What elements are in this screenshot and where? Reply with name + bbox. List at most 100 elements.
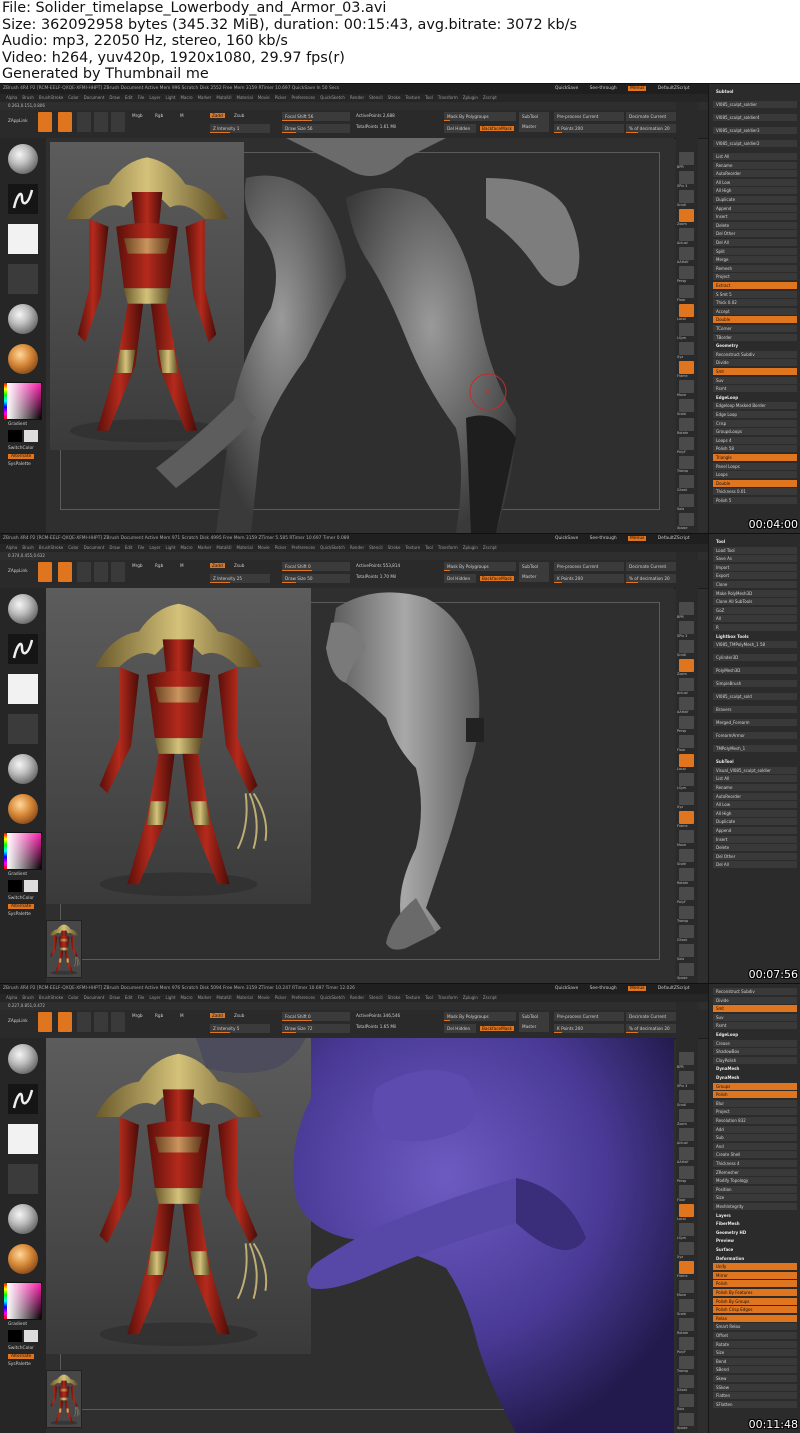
seethrough-slider[interactable]: See-through [590,86,617,91]
shelf-xpose-button[interactable] [679,513,694,526]
panel-item-save-as[interactable]: Save As [713,555,797,563]
menu-brush[interactable]: Brush [22,995,34,1000]
menu-brush[interactable]: Brush [22,545,34,550]
panel-item-loops-4[interactable]: Loops 4 [713,436,797,444]
menus-button[interactable]: Menus [628,86,647,91]
panel-item-polymesh3d[interactable]: PolyMesh3D [713,667,797,675]
panel-item-crease[interactable]: Crease [713,1039,797,1047]
zapplink-button[interactable]: ZAppLink [8,1018,28,1023]
draw-size-slider[interactable]: Draw Size 50 [282,574,350,583]
zsub-button[interactable]: Zsub [234,563,244,568]
syspalette-button[interactable]: SysPalette [8,1362,31,1367]
panel-item-sbend[interactable]: SBend [713,1366,797,1374]
panel-item-all-low[interactable]: All Low [713,178,797,186]
menu-light[interactable]: Light [165,995,175,1000]
menu-macro[interactable]: Macro [180,545,192,550]
menu-edit[interactable]: Edit [125,545,133,550]
panel-item-project[interactable]: Project [713,1108,797,1116]
panel-item-rotate[interactable]: Rotate [713,1340,797,1348]
panel-item-sub[interactable]: Sub [713,1134,797,1142]
menu-picker[interactable]: Picker [275,995,287,1000]
k-points-slider[interactable]: K Points 200 [554,124,624,133]
panel-item-r[interactable]: R [713,624,797,631]
panel-item-smart-relax[interactable]: Smart Relax [713,1323,797,1331]
menu-color[interactable]: Color [68,995,78,1000]
menu-stencil[interactable]: Stencil [369,545,383,550]
menu-stroke[interactable]: Stroke [388,995,401,1000]
zadd-button[interactable]: Zadd [210,113,225,118]
menu-document[interactable]: Document [84,995,105,1000]
panel-item-merge[interactable]: Merge [713,256,797,264]
panel-item-accept[interactable]: Accept [713,307,797,315]
shelf-spix-3-button[interactable] [679,171,694,184]
shelf-scale-button[interactable] [679,849,694,862]
shelf-zoom-button[interactable] [679,659,694,672]
shelf-aahalf-button[interactable] [679,1147,694,1160]
alternate-button[interactable]: Alternate [8,1354,35,1359]
document-canvas[interactable] [46,1038,674,1433]
shelf-persp-button[interactable] [679,1166,694,1179]
scale-button[interactable] [94,112,108,132]
panel-item-shadowbox[interactable]: ShadowBox [713,1048,797,1056]
shelf-local-button[interactable] [679,1204,694,1217]
zsub-button[interactable]: Zsub [234,113,244,118]
menu-layer[interactable]: Layer [149,545,160,550]
menu-matalui[interactable]: MatalUI [216,95,231,100]
panel-item-autoreorder[interactable]: AutoReorder [713,170,797,178]
panel-item-all[interactable]: All [713,615,797,623]
panel-item-tmpolymesh-1[interactable]: TMPolyMesh_1 [713,745,797,753]
panel-item-and[interactable]: And [713,1142,797,1150]
panel-item-create-shell[interactable]: Create Shell [713,1151,797,1159]
panel-item-groups[interactable]: Groups [713,1082,797,1090]
del-hidden-button[interactable]: Del Hidden [444,124,476,133]
panel-item-all-high[interactable]: All High [713,809,797,817]
shelf-polyf-button[interactable] [679,437,694,450]
panel-item-smt[interactable]: Smt [713,1005,797,1013]
shelf-solo-button[interactable] [679,494,694,507]
panel-item-polish-by-features[interactable]: Polish By Features [713,1289,797,1296]
reference-thumbnail[interactable] [46,920,82,978]
menu-picker[interactable]: Picker [275,545,287,550]
panel-item-del-other[interactable]: Del Other [713,852,797,860]
panel-item-suv[interactable]: Suv [713,1013,797,1021]
color-picker[interactable] [4,382,42,420]
menus-button[interactable]: Menus [628,536,647,541]
panel-item-panel-loops[interactable]: Panel Loops [713,462,797,470]
panel-item-claypolish[interactable]: ClayPolish [713,1056,797,1064]
panel-item-polish-5[interactable]: Polish 5 [713,497,797,504]
seethrough-slider[interactable]: See-through [590,536,617,541]
panel-item-double[interactable]: Double [713,316,797,324]
menu-file[interactable]: File [138,545,145,550]
rgb-button[interactable]: Rgb [155,1013,163,1018]
scale-button[interactable] [94,1012,108,1032]
menu-material[interactable]: Material [237,95,253,100]
k-points-slider[interactable]: K Points 200 [554,1024,624,1033]
rotate-button[interactable] [111,112,125,132]
syspalette-button[interactable]: SysPalette [8,912,31,917]
standard-brush-icon[interactable] [8,594,38,624]
default-zscript-button[interactable]: DefaultZScript [658,536,690,541]
menu-edit[interactable]: Edit [125,95,133,100]
menu-brushstroke[interactable]: BrushStroke [39,995,63,1000]
shelf-xyz-button[interactable] [679,1242,694,1255]
panel-item-offset[interactable]: Offset [713,1332,797,1339]
panel-item-position[interactable]: Position [713,1185,797,1193]
panel-item-rsmt[interactable]: Rsmt [713,1022,797,1030]
shelf-frame-button[interactable] [679,811,694,824]
menu-draw[interactable]: Draw [109,545,119,550]
menu-draw[interactable]: Draw [109,95,119,100]
texture-icon[interactable] [8,1164,38,1194]
panel-item-vi085-sculpt-soldier4[interactable]: VI085_sculpt_soldier4 [713,114,797,121]
mask-by-polygroups-slider[interactable]: Mask By Polygroups [444,562,516,571]
quicksave-button[interactable]: QuickSave [555,536,578,541]
panel-item-divide[interactable]: Divide [713,996,797,1004]
scale-button[interactable] [94,562,108,582]
shelf-bpr-button[interactable] [679,602,694,615]
standard-brush-icon[interactable] [8,144,38,174]
panel-item-all-high[interactable]: All High [713,187,797,195]
default-zscript-button[interactable]: DefaultZScript [658,86,690,91]
alpha-icon[interactable] [8,674,38,704]
shelf-polyf-button[interactable] [679,887,694,900]
zapplink-button[interactable]: ZAppLink [8,118,28,123]
seethrough-slider[interactable]: See-through [590,986,617,991]
